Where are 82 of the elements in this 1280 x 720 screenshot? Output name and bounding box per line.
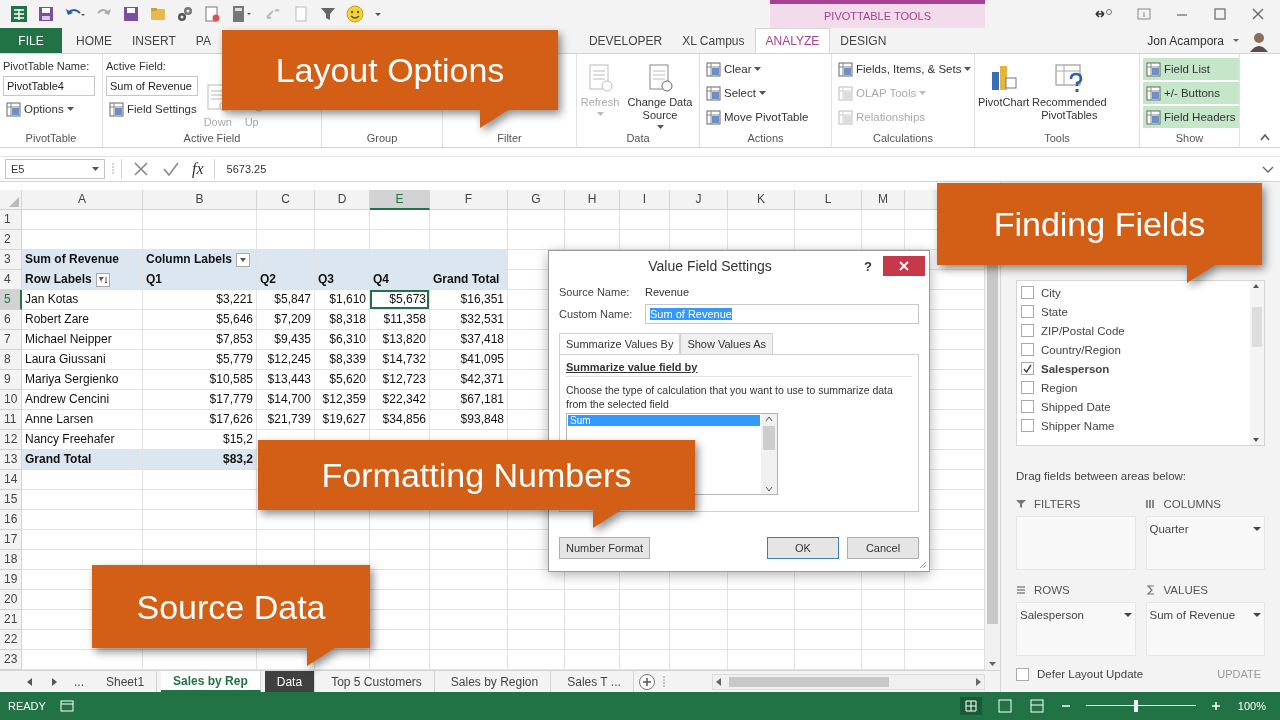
- area-label: FILTERS: [1034, 498, 1081, 510]
- table-cell-text: $5,620: [328, 371, 367, 388]
- table-cell-text: $10,585: [208, 371, 254, 388]
- table-cell-text: $13,820: [381, 331, 427, 348]
- group-label: Actions: [746, 131, 785, 146]
- table-cell-text: Michael Neipper: [24, 331, 113, 348]
- table-cell-text: $13,443: [266, 371, 312, 388]
- table-cell-text: $14,732: [381, 351, 427, 368]
- description: Choose the type of calculation that you want to use to summarize data from the selected field: [566, 383, 894, 411]
- table-cell: $83,2: [143, 450, 256, 469]
- table-cell-text: $93,848: [459, 411, 505, 428]
- group-label: PivotTable: [24, 131, 78, 146]
- table-cell-text: $21,739: [266, 411, 312, 428]
- table-cell-text: $5,779: [215, 351, 254, 368]
- table-cell-text: $41,095: [459, 351, 505, 368]
- field-caption: PivotTable Name:: [3, 59, 91, 74]
- group-label: Data: [625, 131, 651, 146]
- table-cell-text: $17,626: [208, 411, 254, 428]
- table-cell-text: $37,418: [459, 331, 505, 348]
- table-cell-text: $12,245: [266, 351, 312, 368]
- group-label: Active Field: [182, 131, 242, 146]
- area-label: VALUES: [1163, 584, 1209, 596]
- callout-text: Source Data: [136, 586, 326, 627]
- source-name: Revenue: [645, 286, 690, 298]
- callout-text: Finding Fields: [993, 204, 1206, 244]
- table-cell-text: $3,221: [215, 291, 254, 308]
- table-cell-text: $8,339: [328, 351, 367, 368]
- table-cell: Q2: [257, 270, 314, 289]
- table-cell-text: $32,531: [459, 311, 505, 328]
- group-label: Filter: [496, 131, 523, 146]
- table-cell-text: $5,646: [215, 311, 254, 328]
- group-label: Calculations: [872, 131, 934, 146]
- table-cell: Q3: [315, 270, 369, 289]
- table-cell-text: $22,342: [381, 391, 427, 408]
- group-label: Tools: [1043, 131, 1071, 146]
- table-cell-text: $19,627: [321, 411, 367, 428]
- area-label: ROWS: [1034, 584, 1070, 596]
- table-cell-text: $15,2: [221, 431, 254, 448]
- area-label: COLUMNS: [1163, 498, 1221, 510]
- table-cell-text: $17,779: [208, 391, 254, 408]
- table-cell-text: Mariya Sergienko: [24, 371, 120, 388]
- table-cell-text: $12,359: [321, 391, 367, 408]
- table-cell-text: Jan Kotas: [24, 291, 80, 308]
- table-cell-text: $11,358: [382, 311, 427, 328]
- table-cell-text: $1,610: [328, 291, 367, 308]
- table-cell-text: Laura Giussani: [24, 351, 107, 368]
- areas-hint: Drag fields between areas below:: [1016, 470, 1188, 482]
- table-cell-text: Column Labels: [146, 251, 232, 268]
- table-cell-text: Anne Larsen: [24, 411, 95, 428]
- table-cell-text: $9,435: [273, 331, 312, 348]
- table-cell: Sum of Revenue: [22, 250, 142, 269]
- callout-text: Layout Options: [275, 50, 505, 90]
- group-label: Show: [1174, 131, 1205, 146]
- table-cell-text: $5,847: [273, 291, 312, 308]
- callout-text: Formatting Numbers: [321, 455, 632, 495]
- table-cell: $5,673: [370, 290, 429, 309]
- group-label: Group: [365, 131, 399, 146]
- table-cell-text: $34,856: [381, 411, 427, 428]
- table-cell-text: $7,853: [215, 331, 254, 348]
- field-caption: Active Field:: [106, 59, 167, 74]
- table-cell-text: Robert Zare: [24, 311, 91, 328]
- table-cell-text: $42,371: [459, 371, 505, 388]
- field-label: Custom Name:: [559, 308, 634, 320]
- table-cell: Grand Total: [430, 270, 507, 289]
- table-cell-text: $14,700: [266, 391, 312, 408]
- field-label: Source Name:: [559, 286, 631, 298]
- table-cell-text: $6,310: [328, 331, 367, 348]
- table-cell-text: $67,181: [459, 391, 505, 408]
- table-cell-text: Nancy Freehafer: [24, 431, 116, 448]
- dialog-title: Value Field Settings: [647, 258, 773, 274]
- table-cell-text: Row Labels: [25, 271, 92, 288]
- table-cell: Q1: [143, 270, 256, 289]
- table-cell-text: $8,318: [328, 311, 367, 328]
- section-title: Summarize value field by: [566, 361, 912, 377]
- table-cell-text: $12,723: [381, 371, 427, 388]
- table-cell: Grand Total: [22, 450, 142, 469]
- context-tab-group: PIVOTTABLE TOOLS: [824, 10, 931, 22]
- status-text: READY: [8, 700, 46, 712]
- table-cell-text: Andrew Cencini: [24, 391, 111, 408]
- table-cell-text: $16,351: [459, 291, 505, 308]
- table-cell: Q4: [370, 270, 429, 289]
- table-cell-text: $7,209: [273, 311, 312, 328]
